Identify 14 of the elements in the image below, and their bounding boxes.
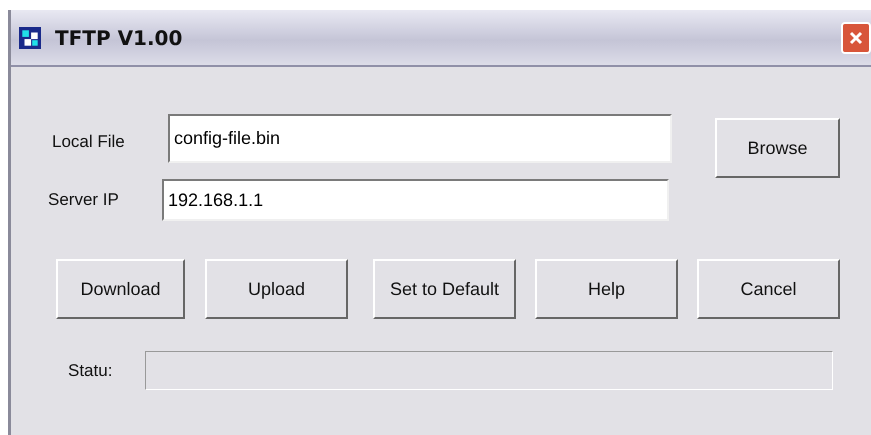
browse-button[interactable]: Browse [715,118,840,178]
app-icon [19,26,41,48]
upload-button[interactable]: Upload [205,259,348,319]
input-field[interactable]: 192.168.1.1 [162,179,669,221]
window-title: TFTP V1.00 [55,26,182,50]
close-button[interactable] [841,22,871,54]
help-button[interactable]: Help [535,259,678,319]
download-button[interactable]: Download [56,259,185,319]
field-label: Local File [52,132,126,152]
cancel-button[interactable]: Cancel [697,259,840,319]
status-label: Statu: [68,360,114,380]
default-button[interactable]: Set to Default [373,259,516,319]
input-field[interactable]: config-file.bin [168,114,672,163]
field-label: Server IP [48,190,120,210]
